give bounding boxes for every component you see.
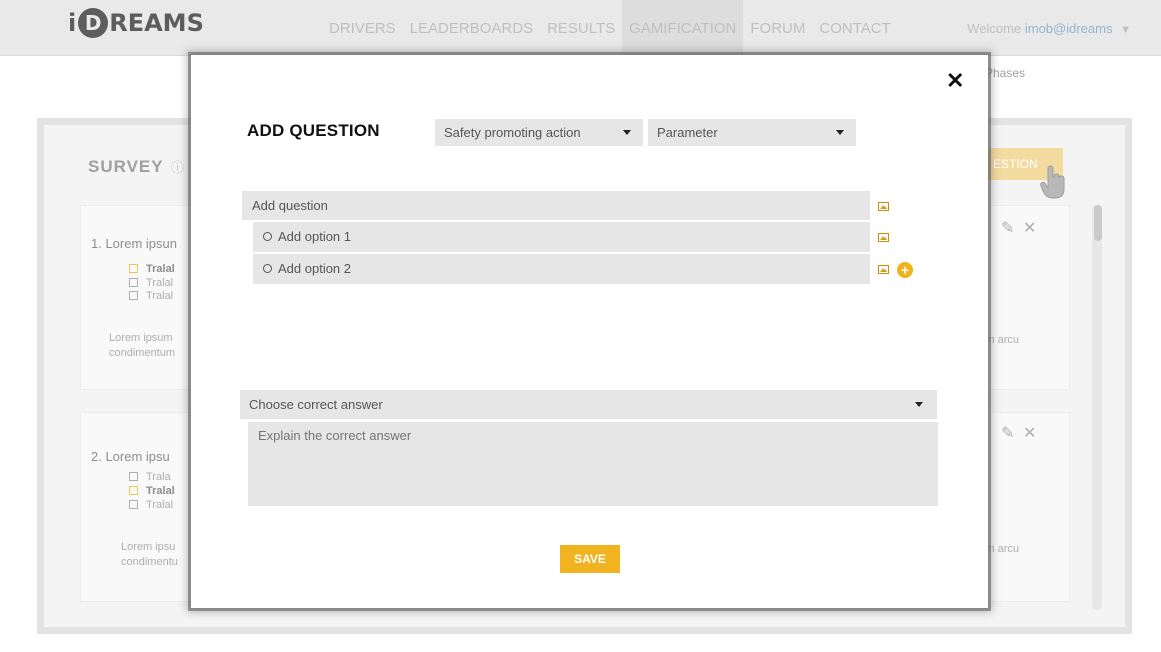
category-select[interactable]: Safety promoting action (435, 119, 643, 146)
category-select-value: Safety promoting action (444, 125, 581, 140)
add-circle-icon[interactable]: + (897, 262, 913, 278)
option-1-placeholder: Add option 1 (278, 229, 352, 244)
correct-answer-select[interactable]: Choose correct answer (240, 390, 937, 419)
explanation-textarea[interactable] (248, 422, 938, 506)
image-icon[interactable] (878, 265, 889, 274)
option-2-placeholder: Add option 2 (278, 261, 352, 276)
caret-down-icon (623, 130, 631, 135)
correct-answer-select-value: Choose correct answer (249, 397, 383, 412)
close-icon[interactable]: ✕ (946, 68, 964, 94)
image-icon[interactable] (878, 202, 889, 211)
radio-icon (263, 264, 272, 273)
option-1-input[interactable]: Add option 1 (253, 222, 870, 252)
caret-down-icon (836, 130, 844, 135)
parameter-select-value: Parameter (657, 125, 718, 140)
parameter-select[interactable]: Parameter (648, 119, 856, 146)
modal-title: ADD QUESTION (247, 121, 380, 140)
radio-icon (263, 232, 272, 241)
image-icon[interactable] (878, 233, 889, 242)
caret-down-icon (915, 402, 923, 407)
question-input[interactable]: Add question (242, 191, 870, 220)
save-button[interactable]: SAVE (560, 545, 620, 573)
add-question-modal: ✕ ADD QUESTION Safety promoting action P… (191, 55, 988, 608)
option-2-input[interactable]: Add option 2 (253, 254, 870, 284)
